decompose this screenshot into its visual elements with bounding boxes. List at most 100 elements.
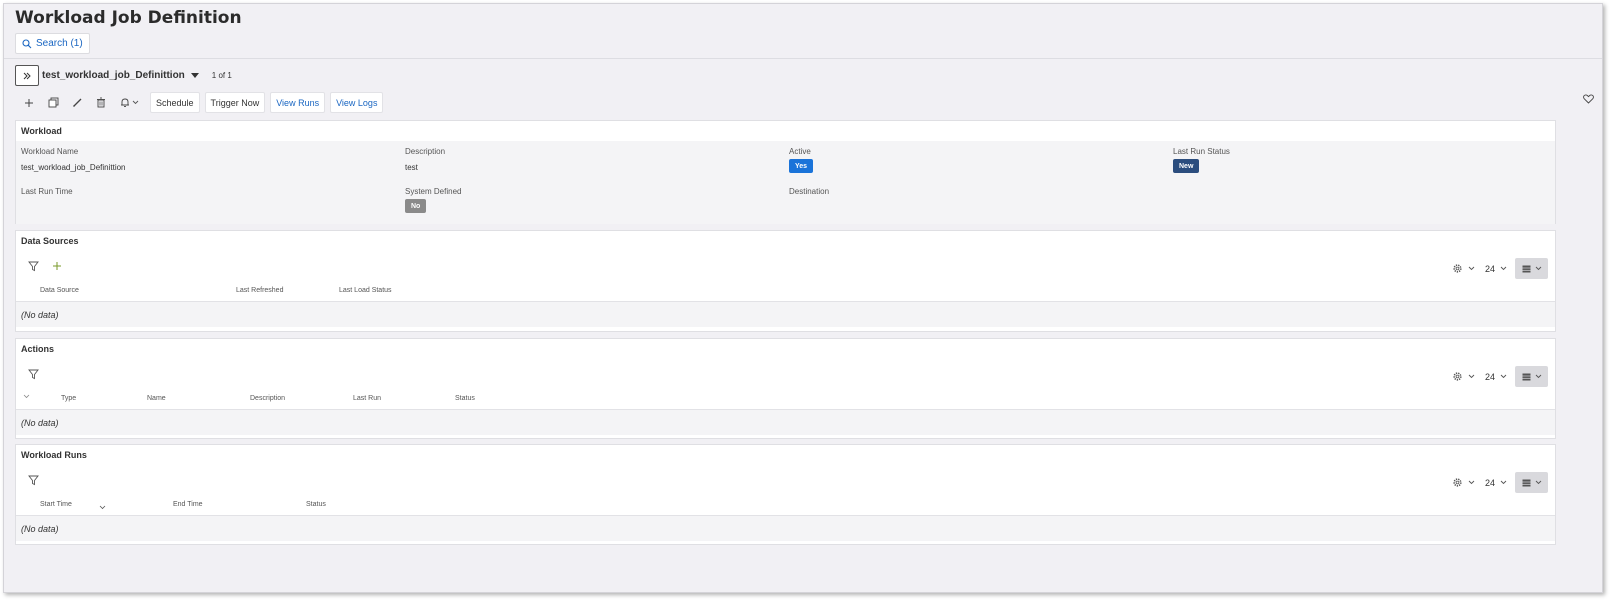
- workload-panel: Workload Workload Name test_workload_job…: [15, 120, 1556, 224]
- column-header[interactable]: Last Load Status: [339, 287, 392, 294]
- page-size-value: 24: [1484, 263, 1495, 274]
- header-divider: [4, 58, 1602, 59]
- schedule-button[interactable]: Schedule: [150, 92, 200, 113]
- filter-button[interactable]: [28, 261, 39, 274]
- plus-icon: [53, 262, 61, 270]
- workload-name-label: Workload Name: [21, 147, 79, 156]
- data-sources-panel: Data Sources 24 Data Source Last Refresh…: [15, 230, 1556, 332]
- filter-icon: [28, 475, 39, 486]
- add-data-source-button[interactable]: [52, 261, 62, 273]
- gear-icon: [1453, 478, 1462, 487]
- page-size-select[interactable]: 24: [1485, 372, 1507, 382]
- page-size-select[interactable]: 24: [1485, 478, 1507, 488]
- empty-row: (No data): [16, 301, 1555, 327]
- no-data-text: (No data): [21, 310, 59, 320]
- column-header[interactable]: Name: [147, 395, 166, 402]
- chevron-down-icon: [1468, 374, 1475, 379]
- view-mode-button[interactable]: [1515, 366, 1548, 387]
- view-mode-button[interactable]: [1515, 472, 1548, 493]
- workload-runs-grid-toolbar: 24: [16, 465, 1555, 501]
- grid-view-icon: [1522, 373, 1530, 380]
- filter-icon: [28, 369, 39, 380]
- no-data-text: (No data): [21, 524, 59, 534]
- heart-icon: [1583, 94, 1594, 104]
- active-label: Active: [789, 147, 811, 156]
- active-badge: Yes: [789, 159, 814, 173]
- expand-all-button[interactable]: [23, 394, 30, 401]
- gear-icon: [1453, 372, 1462, 381]
- record-navigator: test_workload_job_Definittion 1 of 1: [15, 65, 232, 86]
- record-toolbar: Schedule Trigger Now View Runs View Logs: [17, 92, 384, 113]
- data-sources-column-headers: Data Source Last Refreshed Last Load Sta…: [16, 287, 1555, 301]
- last-run-status-label: Last Run Status: [1173, 147, 1230, 156]
- view-logs-button[interactable]: View Logs: [330, 92, 384, 113]
- filter-button[interactable]: [28, 369, 39, 382]
- last-run-status-badge: New: [1173, 159, 1200, 173]
- page-title: Workload Job Definition: [15, 8, 242, 28]
- column-header[interactable]: Type: [61, 395, 76, 402]
- workload-fields: Workload Name test_workload_job_Definitt…: [16, 141, 1555, 224]
- chevron-down-icon: [132, 100, 138, 105]
- search-button[interactable]: Search (1): [15, 33, 90, 54]
- trigger-now-button[interactable]: Trigger Now: [204, 92, 266, 113]
- data-sources-grid-toolbar: 24: [16, 251, 1555, 287]
- double-chevron-right-icon: [23, 72, 31, 79]
- data-sources-grid-controls: 24: [1452, 258, 1548, 279]
- chevron-down-icon: [1535, 480, 1541, 485]
- page-size-select[interactable]: 24: [1485, 264, 1507, 274]
- column-header[interactable]: Last Run: [353, 395, 381, 402]
- system-defined-label: System Defined: [405, 187, 462, 196]
- chevron-down-icon: [1535, 266, 1541, 271]
- edit-button[interactable]: [65, 92, 89, 113]
- app-window: Workload Job Definition Search (1) test_…: [3, 3, 1603, 593]
- chevron-down-icon: [1468, 480, 1475, 485]
- description-value: test: [405, 163, 418, 172]
- grid-view-icon: [1522, 265, 1530, 272]
- chevron-down-icon: [1500, 266, 1507, 271]
- filter-button[interactable]: [28, 475, 39, 488]
- column-header[interactable]: Status: [455, 395, 475, 402]
- workload-panel-title: Workload: [21, 126, 62, 136]
- grid-settings-button[interactable]: [1452, 371, 1475, 382]
- workload-runs-panel: Workload Runs 24 Start Time End Time Sta…: [15, 444, 1556, 545]
- view-runs-button[interactable]: View Runs: [270, 92, 326, 113]
- column-header[interactable]: Start Time: [40, 501, 72, 508]
- grid-settings-button[interactable]: [1452, 477, 1475, 488]
- column-header[interactable]: Data Source: [40, 287, 79, 294]
- favorite-button[interactable]: [1583, 94, 1594, 106]
- delete-button[interactable]: [89, 92, 113, 113]
- column-header[interactable]: End Time: [173, 501, 203, 508]
- copy-button[interactable]: [41, 92, 65, 113]
- no-data-text: (No data): [21, 418, 59, 428]
- column-header[interactable]: Description: [250, 395, 285, 402]
- bell-icon: [120, 98, 129, 107]
- expand-button[interactable]: [15, 65, 39, 86]
- record-dropdown-caret-icon[interactable]: [190, 73, 199, 78]
- trash-icon: [97, 97, 105, 108]
- destination-label: Destination: [789, 187, 830, 196]
- plus-icon: [25, 98, 33, 107]
- data-sources-title: Data Sources: [21, 236, 79, 246]
- workload-name-value: test_workload_job_Definittion: [21, 163, 126, 172]
- actions-column-headers: Type Name Description Last Run Status: [16, 394, 1555, 409]
- chevron-down-icon: [23, 394, 30, 399]
- chevron-down-icon: [1468, 266, 1475, 271]
- actions-panel: Actions 24 Type Name Description Last Ru…: [15, 338, 1556, 439]
- chevron-down-icon: [99, 505, 106, 510]
- grid-settings-button[interactable]: [1452, 263, 1475, 274]
- add-button[interactable]: [17, 92, 41, 113]
- copy-icon: [48, 97, 58, 108]
- column-header[interactable]: Last Refreshed: [236, 287, 283, 294]
- record-name[interactable]: test_workload_job_Definittion: [42, 70, 185, 81]
- search-button-label: Search (1): [36, 38, 83, 49]
- filter-icon: [28, 261, 39, 272]
- view-mode-button[interactable]: [1515, 258, 1548, 279]
- chevron-down-icon: [1500, 374, 1507, 379]
- workload-runs-grid-controls: 24: [1452, 472, 1548, 493]
- search-icon: [22, 38, 32, 48]
- column-header[interactable]: Status: [306, 501, 326, 508]
- sort-descending-icon[interactable]: [99, 505, 106, 512]
- notifications-button[interactable]: [113, 92, 145, 113]
- empty-row: (No data): [16, 515, 1555, 541]
- actions-grid-controls: 24: [1452, 366, 1548, 387]
